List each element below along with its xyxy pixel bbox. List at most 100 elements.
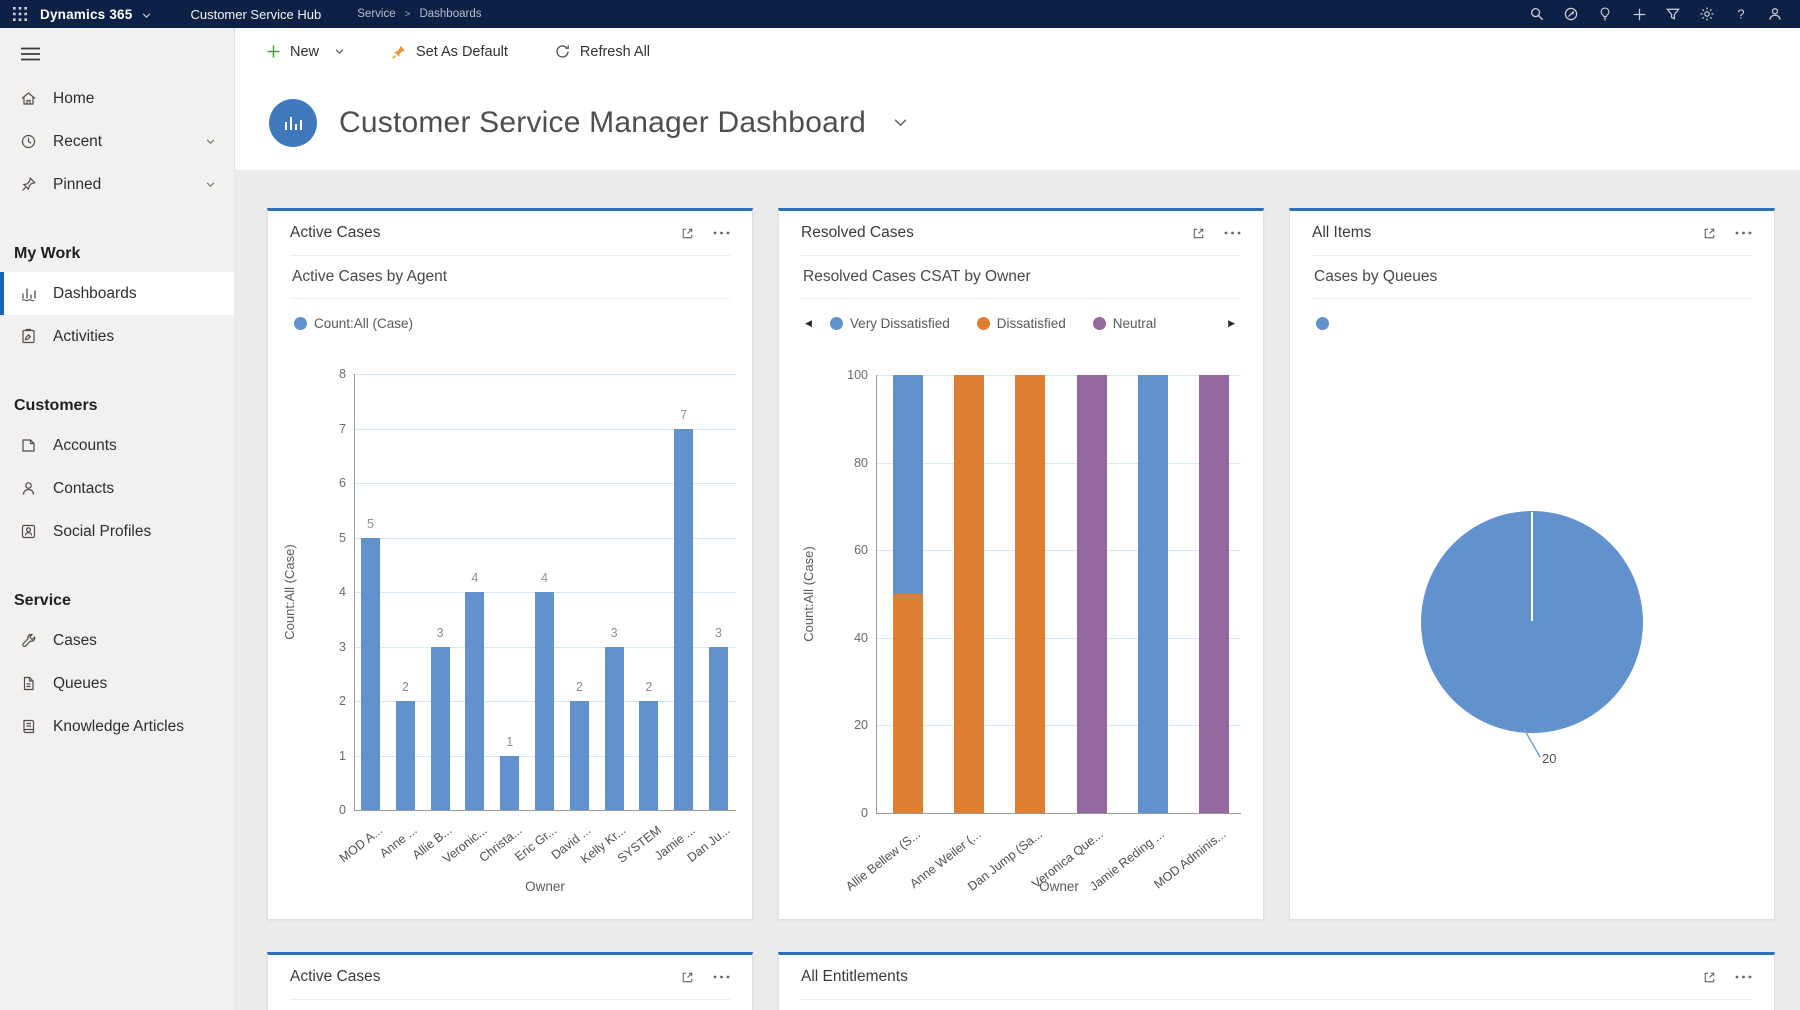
chart-legend: ◀ Very Dissatisfied Dissatisfied Neutral ▶ [779,299,1263,347]
sidebar-item-contacts[interactable]: Contacts [0,467,234,510]
enlarge-icon[interactable] [1702,226,1717,241]
hamburger-menu-icon[interactable] [0,28,234,71]
sidebar-item-queues[interactable]: Queues [0,662,234,705]
legend-prev-icon[interactable]: ◀ [805,318,812,329]
refresh-icon [554,43,571,60]
filter-icon[interactable] [1656,6,1690,22]
sidebar-item-social-profiles[interactable]: Social Profiles [0,510,234,553]
bar-segment-anne-weiler-dissatisfied[interactable] [954,375,984,813]
y-axis-tick: 8 [302,367,346,381]
sidebar-item-recent[interactable]: Recent [0,120,234,163]
sidebar-nav: HomeRecentPinnedMy WorkDashboardsActivit… [0,71,234,748]
set-as-default-button[interactable]: Set As Default [391,44,508,60]
legend-item-series[interactable] [1316,317,1329,330]
legend-item-neutral[interactable]: Neutral [1093,316,1157,331]
pie-slice-20[interactable] [1421,511,1643,733]
chevron-down-icon[interactable] [205,136,216,147]
legend-item-very-dissatisfied[interactable]: Very Dissatisfied [830,316,950,331]
legend-dot [1093,317,1106,330]
bar-eric-gr[interactable] [535,592,554,810]
chart-title: Cases by Queues [1290,256,1774,298]
bar-mod-a[interactable] [361,538,380,811]
bar-segment-allie-bellew-s-dissatisfied[interactable] [893,594,923,813]
bar-veronic[interactable] [465,592,484,810]
hub-name[interactable]: Customer Service Hub [190,7,321,22]
card-header: Active Cases [268,955,752,999]
lightbulb-icon[interactable] [1588,6,1622,22]
card-header: Resolved Cases [779,211,1263,255]
new-split-chevron-icon[interactable] [334,46,345,57]
y-axis-tick: 60 [824,543,868,557]
more-commands-icon[interactable] [713,975,730,979]
y-axis-line [354,374,355,810]
new-button[interactable]: New [266,44,345,60]
x-axis-title: Owner [1039,879,1079,894]
bar-segment-mod-adminis-neutral[interactable] [1199,375,1229,813]
contacts-icon [20,480,39,497]
y-axis-tick: 0 [824,806,868,820]
waffle-icon[interactable] [0,7,40,21]
sidebar-item-home[interactable]: Home [0,77,234,120]
y-axis-tick: 4 [302,585,346,599]
card-title: Resolved Cases [801,224,914,242]
gridline [354,374,736,375]
y-axis-tick: 0 [302,803,346,817]
bar-christa[interactable] [500,756,519,811]
sidebar-item-activities[interactable]: Activities [0,315,234,358]
sidebar-item-label: Contacts [53,480,114,498]
card-all-entitlements: All Entitlements [778,952,1775,1010]
sidebar-item-label: Dashboards [53,285,137,303]
sidebar-item-label: Recent [53,133,102,151]
divider [801,999,1752,1000]
more-commands-icon[interactable] [1735,231,1752,235]
legend-next-icon[interactable]: ▶ [1228,318,1235,329]
legend-label: Neutral [1113,316,1157,331]
quick-create-icon[interactable] [1622,7,1656,22]
bar-segment-dan-jump-sa-dissatisfied[interactable] [1015,375,1045,813]
bar-jamie[interactable] [674,429,693,811]
command-bar: New Set As Default Refresh All [234,28,1800,75]
breadcrumb-section[interactable]: Service [357,8,395,20]
x-axis-label: Jamie Reding ... [1088,827,1168,894]
app-name[interactable]: Dynamics 365 [40,7,132,22]
bar-system[interactable] [639,701,658,810]
sidebar-item-cases[interactable]: Cases [0,619,234,662]
accounts-icon [20,437,39,454]
app-chevron-down-icon[interactable] [141,10,152,21]
bar-segment-jamie-reding-very-dissatisfied[interactable] [1138,375,1168,813]
more-commands-icon[interactable] [1735,975,1752,979]
bar-segment-allie-bellew-s-very-dissatisfied[interactable] [893,375,923,594]
sidebar-item-dashboards[interactable]: Dashboards [0,272,234,315]
more-commands-icon[interactable] [1224,231,1241,235]
more-commands-icon[interactable] [713,231,730,235]
guidance-icon[interactable] [1554,6,1588,22]
sidebar-item-pinned[interactable]: Pinned [0,163,234,206]
dashboard-selector-chevron-icon[interactable] [892,114,909,131]
settings-icon[interactable] [1690,6,1724,22]
legend-item-dissatisfied[interactable]: Dissatisfied [977,316,1066,331]
bar-david[interactable] [570,701,589,810]
sidebar-section-service: Service [0,583,234,619]
enlarge-icon[interactable] [1702,970,1717,985]
sidebar-item-label: Home [53,90,94,108]
bar-value-label: 3 [437,626,444,640]
bar-segment-veronica-que-neutral[interactable] [1077,375,1107,813]
legend-item-count-all-case[interactable]: Count:All (Case) [294,316,413,331]
account-icon[interactable] [1758,6,1792,22]
bar-anne[interactable] [396,701,415,810]
bar-allie-b[interactable] [431,647,450,811]
refresh-all-button[interactable]: Refresh All [554,43,650,60]
enlarge-icon[interactable] [680,226,695,241]
bar-value-label: 7 [680,408,687,422]
sidebar-item-knowledge-articles[interactable]: Knowledge Articles [0,705,234,748]
breadcrumb-page[interactable]: Dashboards [419,8,481,20]
bar-kelly-kr[interactable] [605,647,624,811]
enlarge-icon[interactable] [680,970,695,985]
help-icon[interactable]: ? [1724,6,1758,22]
chart-title: Active Cases by Agent [268,256,752,298]
chevron-down-icon[interactable] [205,179,216,190]
sidebar-item-accounts[interactable]: Accounts [0,424,234,467]
bar-dan-ju[interactable] [709,647,728,811]
enlarge-icon[interactable] [1191,226,1206,241]
search-icon[interactable] [1520,6,1554,22]
